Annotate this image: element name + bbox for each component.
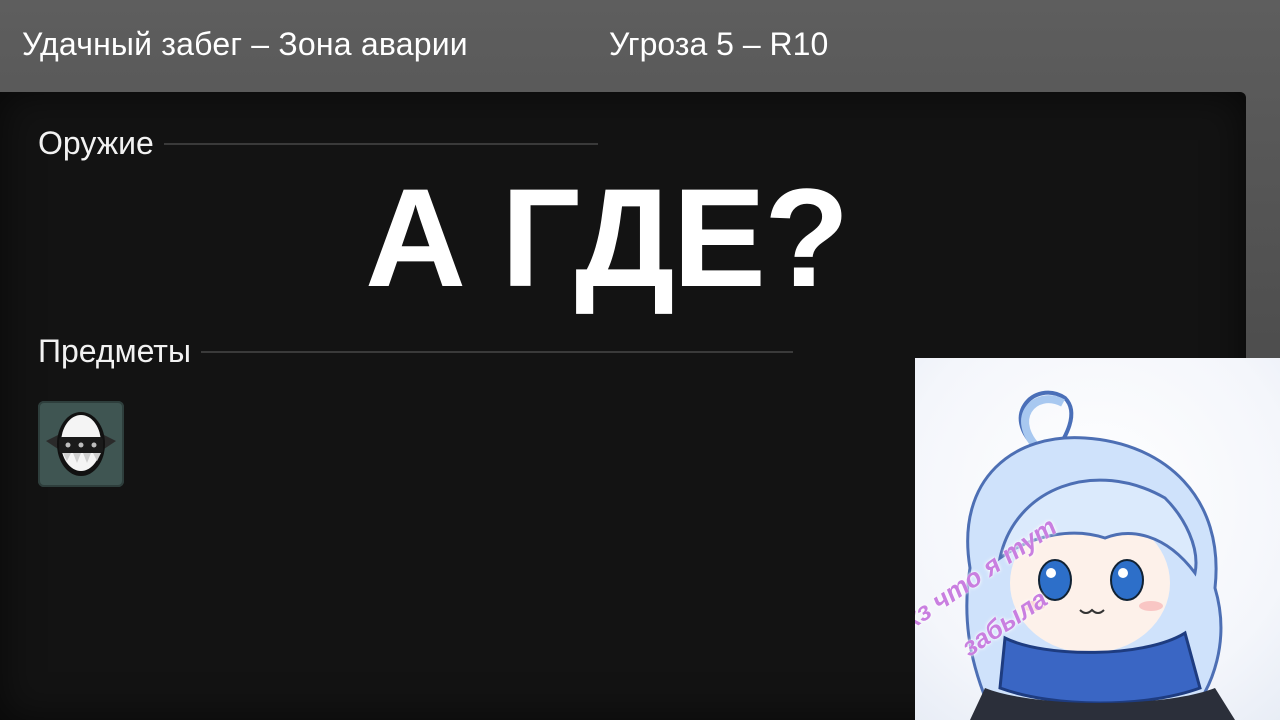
weapons-section-header: Оружие — [38, 125, 598, 162]
streamer-avatar: Я хз что я тут забыла — [915, 358, 1280, 720]
items-label: Предметы — [38, 333, 191, 369]
items-divider — [200, 350, 793, 353]
chibi-girl-avatar-icon — [965, 390, 1235, 720]
run-title: Удачный забег – Зона аварии — [22, 26, 468, 62]
items-section-header: Предметы — [38, 333, 793, 370]
spiked-egg-icon — [46, 412, 116, 476]
item-slot[interactable] — [38, 401, 124, 487]
overlay-caption: А ГДЕ? — [365, 159, 850, 316]
weapons-divider — [163, 142, 598, 145]
top-bar: Удачный забег – Зона аварии Угроза 5 – R… — [0, 0, 1280, 92]
weapons-label: Оружие — [38, 125, 154, 161]
threat-level: Угроза 5 – R10 — [609, 26, 829, 62]
